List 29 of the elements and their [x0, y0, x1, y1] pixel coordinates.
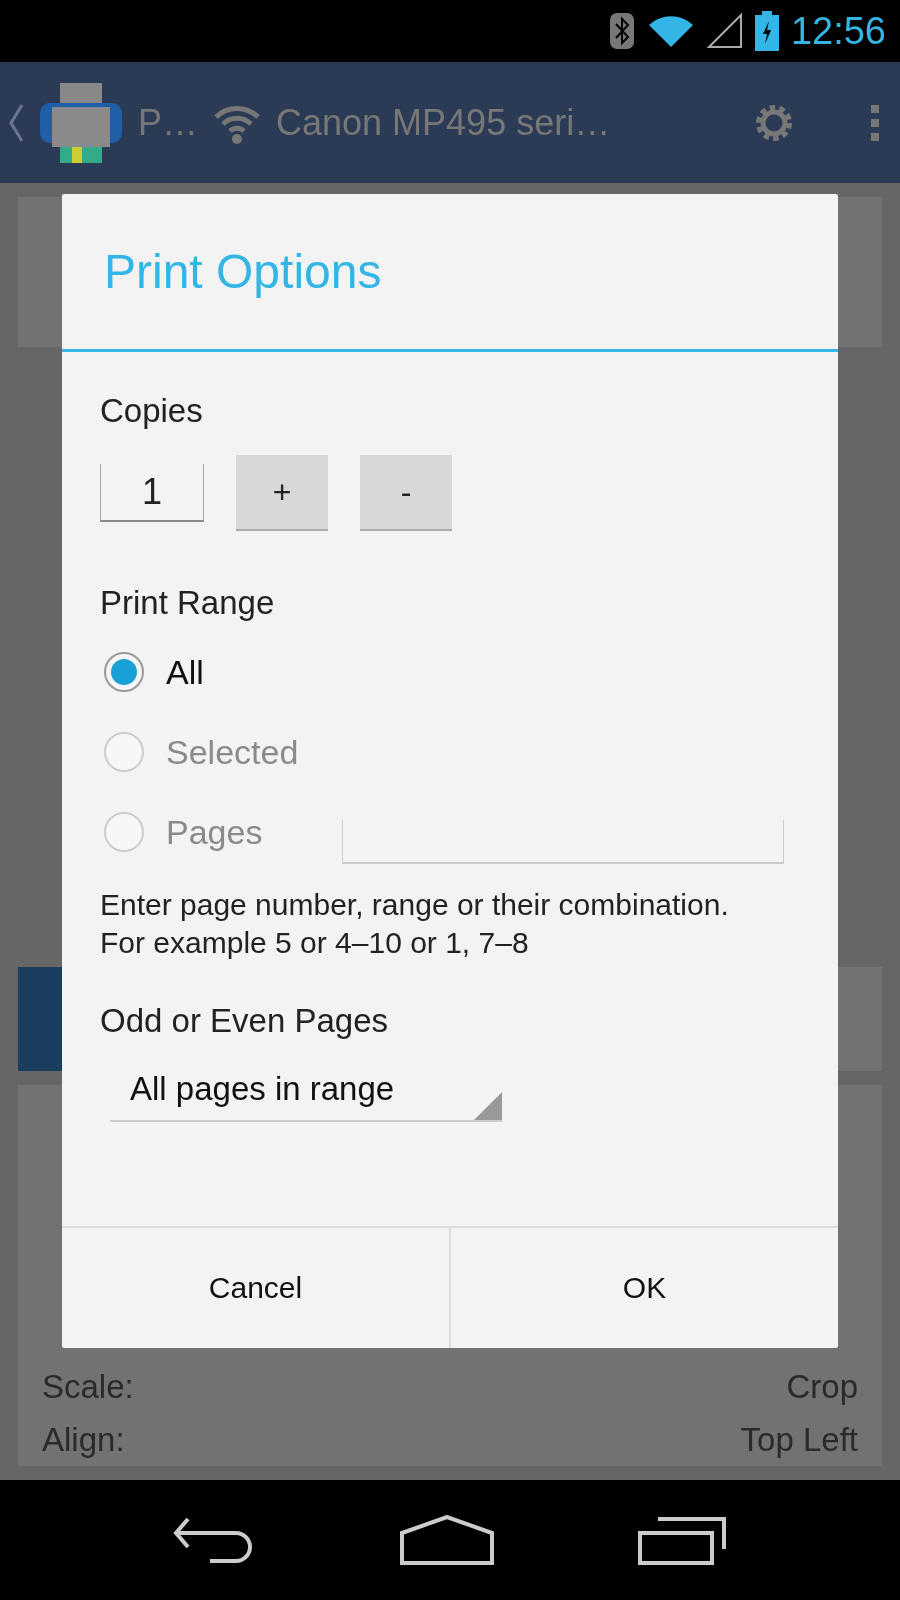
odd-even-dropdown[interactable]: All pages in range — [110, 1058, 502, 1122]
dropdown-value: All pages in range — [130, 1070, 395, 1108]
dialog-button[interactable]: OK — [449, 1228, 838, 1348]
bluetooth-icon — [608, 12, 635, 50]
dialog-title: Print Options — [62, 194, 838, 352]
decrement-button[interactable]: - — [360, 455, 452, 531]
back-caret-icon[interactable] — [8, 102, 24, 143]
page-range-hint: Enter page number, range or their combination. For example 5 or 4–10 or 1, 7–8 — [100, 887, 730, 961]
setting-value: Crop — [786, 1367, 858, 1406]
setting-label: Align: — [42, 1420, 125, 1459]
radio-label[interactable]: All — [166, 652, 204, 692]
clock-time: 12:56 — [790, 9, 886, 53]
print-range-label: Print Range — [100, 584, 276, 622]
copies-label: Copies — [100, 392, 204, 430]
printer-icon[interactable] — [38, 80, 124, 165]
odd-even-label: Odd or Even Pages — [100, 1002, 389, 1040]
dropdown-corner-icon — [474, 1092, 502, 1120]
app-title: P… — [138, 101, 198, 144]
recent-apps-icon[interactable] — [638, 1515, 728, 1565]
increment-button[interactable]: + — [236, 455, 328, 531]
battery-icon — [754, 11, 779, 51]
radio-button[interactable] — [104, 652, 144, 692]
dialog-button[interactable]: Cancel — [62, 1228, 449, 1348]
copies-field[interactable]: 1 — [100, 464, 204, 522]
setting-value: Top Left — [740, 1420, 858, 1459]
overflow-menu-icon[interactable] — [870, 104, 880, 141]
home-icon[interactable] — [400, 1515, 494, 1565]
signal-icon — [706, 13, 743, 49]
setting-label: Scale: — [42, 1367, 134, 1406]
